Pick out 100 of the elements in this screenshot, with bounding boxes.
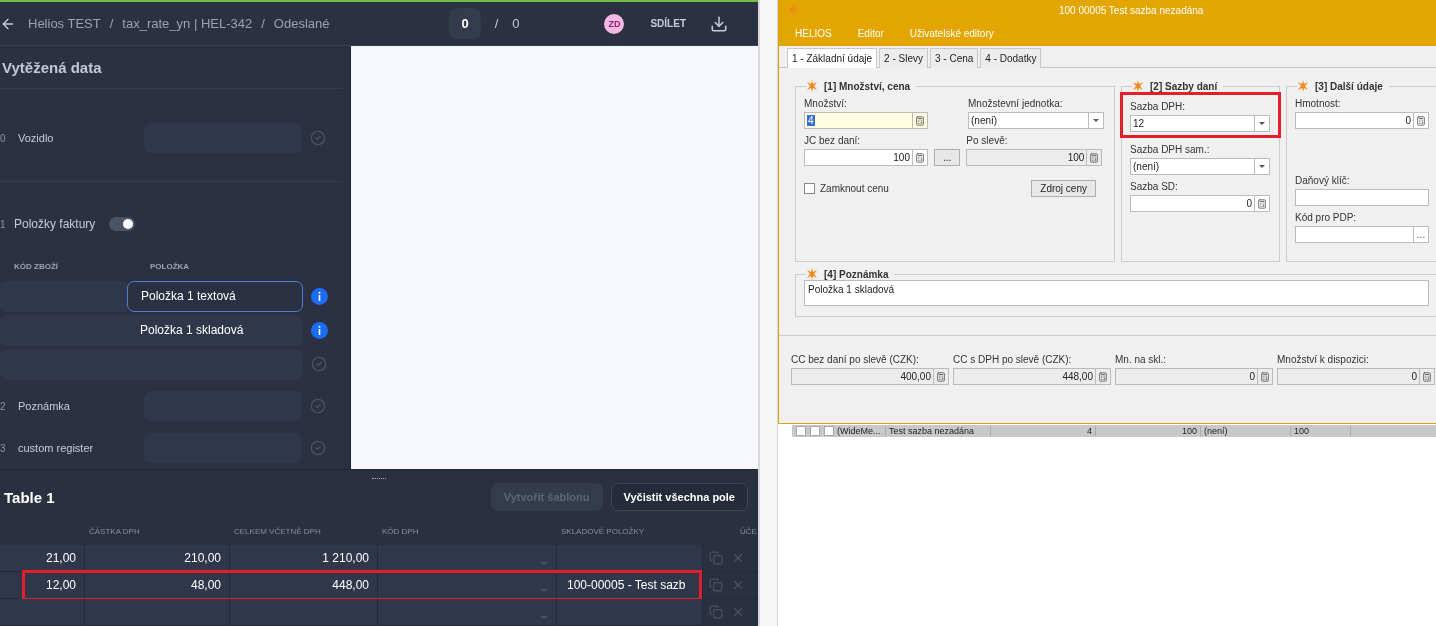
check-icon <box>310 440 326 456</box>
checkbox-label: Zamknout cenu <box>820 183 889 194</box>
grid-row[interactable]: (WideMe... Test sazba nezadána 4 100 (není) 100 <box>792 425 1436 437</box>
input-field[interactable] <box>1295 189 1429 206</box>
input-field[interactable]: 0 <box>1130 195 1270 212</box>
checkbox[interactable] <box>804 183 815 194</box>
input-field[interactable]: 0 <box>1295 112 1429 129</box>
tab[interactable]: 2 - Slevy <box>879 48 928 68</box>
check-icon <box>310 398 326 414</box>
close-icon[interactable] <box>731 605 745 619</box>
input-field[interactable]: 0 <box>1115 368 1273 385</box>
line-number: 3 <box>0 442 7 454</box>
copy-icon[interactable] <box>709 551 723 565</box>
tab[interactable]: 4 - Dodatky <box>980 48 1042 68</box>
note-field[interactable]: Položka 1 skladová <box>804 280 1429 306</box>
toggle-switch[interactable] <box>109 217 136 231</box>
input-field[interactable]: 12 <box>1130 115 1270 132</box>
field-label: Sazba DPH: <box>1130 101 1187 112</box>
close-icon[interactable] <box>731 578 745 592</box>
more-button[interactable]: ... <box>1413 227 1428 242</box>
table-cell: 1 210,00 <box>230 545 378 571</box>
share-button[interactable]: SDÍLET <box>646 14 690 33</box>
page-number-field[interactable]: 0 <box>449 8 481 39</box>
line-number: 2 <box>0 400 7 412</box>
group-title: [4] Poznámka <box>824 268 889 280</box>
field-label: custom register <box>18 442 95 454</box>
line-number: 1 <box>0 218 7 230</box>
more-button[interactable]: ... <box>934 149 961 166</box>
calculator-icon[interactable] <box>912 113 927 128</box>
resize-handle[interactable] <box>372 478 386 481</box>
table-cell: (není) <box>1201 426 1291 436</box>
input-field[interactable]: Položka 1 skladová <box>127 314 303 346</box>
input-field[interactable]: (není) <box>968 112 1104 129</box>
section-title: Položky faktury <box>14 217 96 231</box>
field-label: Množstevní jednotka: <box>968 98 1064 109</box>
calculator-icon[interactable] <box>1413 113 1428 128</box>
tab[interactable]: 1 - Základní údaje <box>787 48 878 68</box>
checkbox[interactable] <box>810 426 820 436</box>
input-field[interactable]: 4 <box>804 112 928 129</box>
field-label: Sazba DPH sam.: <box>1130 144 1211 155</box>
field-label: CC bez daní po slevě (CZK): <box>791 354 920 365</box>
download-icon[interactable] <box>710 14 728 33</box>
dropdown-cell[interactable] <box>378 545 557 571</box>
input-field[interactable]: (není) <box>1130 158 1270 175</box>
calculator-icon[interactable] <box>912 150 927 165</box>
column-header: KÓD DPH <box>381 526 420 536</box>
user-avatar[interactable]: ZD <box>604 13 625 34</box>
field-label: Hmotnost: <box>1295 98 1342 109</box>
dropdown-cell[interactable] <box>378 572 557 598</box>
page-total: 0 <box>512 16 520 31</box>
field-label: CC s DPH po slevě (CZK): <box>953 354 1073 365</box>
panel-title: Vytěžená data <box>0 46 342 89</box>
calculator-icon[interactable] <box>1254 196 1269 211</box>
calculator-icon[interactable] <box>1419 369 1434 384</box>
calculator-icon[interactable] <box>933 369 948 384</box>
column-header: POLOŽKA <box>150 262 191 271</box>
input-field[interactable] <box>0 280 127 312</box>
calculator-icon[interactable] <box>1257 369 1272 384</box>
table-cell: 4 <box>991 426 1096 436</box>
copy-icon[interactable] <box>709 605 723 619</box>
table-cell: (WideMe... <box>834 426 886 436</box>
checkbox[interactable] <box>796 426 806 436</box>
price-source-button[interactable]: Zdroj ceny <box>1031 180 1096 197</box>
checkbox[interactable] <box>824 426 834 436</box>
breadcrumb-link[interactable]: Helios TEST <box>28 16 101 31</box>
field-label: Množství: <box>804 98 848 109</box>
calculator-icon[interactable] <box>1095 369 1110 384</box>
star-icon <box>1297 80 1309 92</box>
copy-icon[interactable] <box>709 578 723 592</box>
action-button[interactable]: Vyčistit všechna pole <box>610 483 748 511</box>
star-icon <box>806 268 818 280</box>
star-icon <box>806 80 818 92</box>
dropdown-cell[interactable] <box>378 599 557 625</box>
field-label: JC bez daní: <box>804 135 862 146</box>
field-label: Poznámka <box>18 400 71 412</box>
input-field[interactable]: 100 <box>804 149 928 166</box>
check-icon <box>311 356 327 372</box>
table-cell: 48,00 <box>85 572 230 598</box>
input-field[interactable]: 448,00 <box>953 368 1111 385</box>
input-field[interactable]: ... <box>1295 226 1429 243</box>
input-field[interactable]: 400,00 <box>791 368 949 385</box>
breadcrumb-link[interactable]: tax_rate_yn | HEL-342 <box>122 16 253 31</box>
field-label: Kód pro PDP: <box>1295 212 1358 223</box>
table-cell: Test sazba nezadána <box>886 426 991 436</box>
field-label: Po slevě: <box>966 135 1009 146</box>
input-field[interactable]: Položka 1 textová <box>127 280 303 312</box>
field-label: Mn. na skl.: <box>1115 354 1168 365</box>
close-icon[interactable] <box>731 551 745 565</box>
input-field[interactable]: 100 <box>966 149 1103 166</box>
info-icon[interactable] <box>311 321 328 339</box>
field-label: Daňový klíč: <box>1295 175 1351 186</box>
column-header: ČÁSTKA DPH <box>88 526 141 536</box>
tab[interactable]: 3 - Cena <box>929 48 979 68</box>
input-field[interactable]: 0 <box>1277 368 1435 385</box>
breadcrumb-separator: / <box>261 16 265 31</box>
breadcrumb-link[interactable]: Odeslané <box>273 16 330 31</box>
column-header: SKLADOVÉ POLOŽKY <box>560 526 646 536</box>
table-title: Table 1 <box>4 488 55 506</box>
info-icon[interactable] <box>311 287 328 305</box>
field-label: Množství k dispozici: <box>1277 354 1370 365</box>
